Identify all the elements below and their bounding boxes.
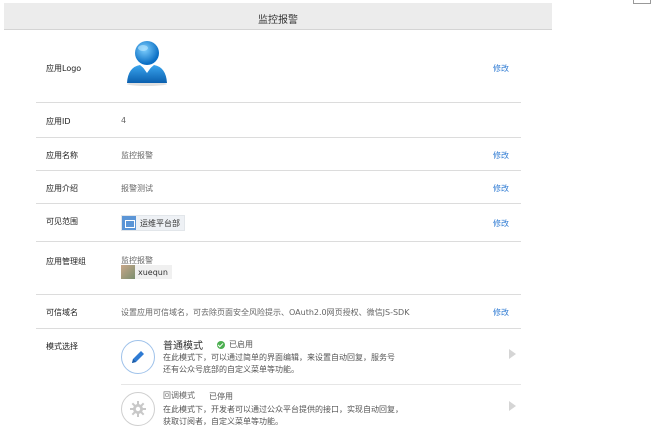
normal-mode-title: 普通模式 — [163, 341, 203, 352]
normal-mode-desc-line2: 还有公众号底部的自定义菜单等功能。 — [163, 365, 299, 374]
callback-mode-card[interactable]: 回调模式 已停用 在此模式下，开发者可以通过公众平台提供的接口，实现自动回复， … — [121, 387, 516, 435]
row-label: 应用介绍 — [46, 184, 78, 193]
pencil-icon — [121, 340, 155, 374]
row-app-name: 应用名称 监控报警 修改 — [36, 138, 521, 171]
row-admin-group: 应用管理组 监控报警 xuequn — [36, 242, 521, 295]
row-label: 模式选择 — [46, 342, 78, 351]
row-app-logo: 应用Logo 修改 — [36, 30, 521, 103]
callback-mode-desc-line2: 获取订阅者，自定义菜单等功能。 — [163, 417, 283, 426]
row-app-id: 应用ID 4 — [36, 103, 521, 138]
page-title: 监控报警 — [258, 15, 298, 26]
row-label: 应用Logo — [46, 64, 82, 73]
app-intro-value: 报警测试 — [121, 184, 153, 193]
row-trusted-domain: 可信域名 设置应用可信域名，可去除页面安全风险提示、OAuth2.0网页授权、微… — [36, 295, 521, 329]
row-label: 应用管理组 — [46, 257, 86, 266]
row-mode-select: 模式选择 普通模式 已启用 在此模式下，可以通过简单的界面编辑，来设置自动回复，… — [36, 329, 521, 444]
status-badge: 已启用 — [229, 340, 253, 349]
normal-mode-desc-line1: 在此模式下，可以通过简单的界面编辑，来设置自动回复，服务号 — [163, 353, 395, 362]
callback-mode-desc-line1: 在此模式下，开发者可以通过公众平台提供的接口，实现自动回复， — [163, 405, 403, 414]
edit-scope-link[interactable]: 修改 — [493, 218, 509, 229]
app-id-value: 4 — [121, 116, 127, 125]
gear-icon — [121, 392, 155, 426]
edit-domain-link[interactable]: 修改 — [493, 307, 509, 318]
callback-mode-status: 已停用 — [209, 391, 233, 402]
folder-icon — [122, 216, 136, 230]
normal-mode-status: 已启用 — [217, 339, 253, 350]
row-app-intro: 应用介绍 报警测试 修改 — [36, 171, 521, 204]
member-chip: xuequn — [121, 265, 172, 279]
chevron-right-icon — [509, 401, 516, 411]
corner-mark — [633, 0, 651, 4]
row-visible-scope: 可见范围 运维平台部 修改 — [36, 204, 521, 242]
chevron-right-icon — [509, 349, 516, 359]
app-name-value: 监控报警 — [121, 151, 153, 160]
edit-intro-link[interactable]: 修改 — [493, 183, 509, 194]
row-label: 可信域名 — [46, 308, 78, 317]
row-label: 应用名称 — [46, 151, 78, 160]
row-label: 可见范围 — [46, 217, 78, 226]
member-name: xuequn — [138, 267, 168, 277]
edit-logo-link[interactable]: 修改 — [493, 63, 509, 74]
edit-name-link[interactable]: 修改 — [493, 150, 509, 161]
avatar — [121, 265, 135, 279]
person-avatar-icon — [127, 41, 167, 86]
row-label: 应用ID — [46, 117, 71, 126]
callback-mode-title: 回调模式 — [163, 391, 195, 400]
status-badge: 已停用 — [209, 392, 233, 401]
divider — [121, 384, 521, 385]
department-chip: 运维平台部 — [121, 215, 185, 231]
trusted-domain-desc: 设置应用可信域名，可去除页面安全风险提示、OAuth2.0网页授权、微信JS-S… — [121, 308, 410, 317]
normal-mode-card[interactable]: 普通模式 已启用 在此模式下，可以通过简单的界面编辑，来设置自动回复，服务号 还… — [121, 335, 516, 383]
department-name: 运维平台部 — [140, 218, 180, 228]
page-header: 监控报警 — [4, 3, 552, 30]
check-icon — [217, 340, 225, 349]
